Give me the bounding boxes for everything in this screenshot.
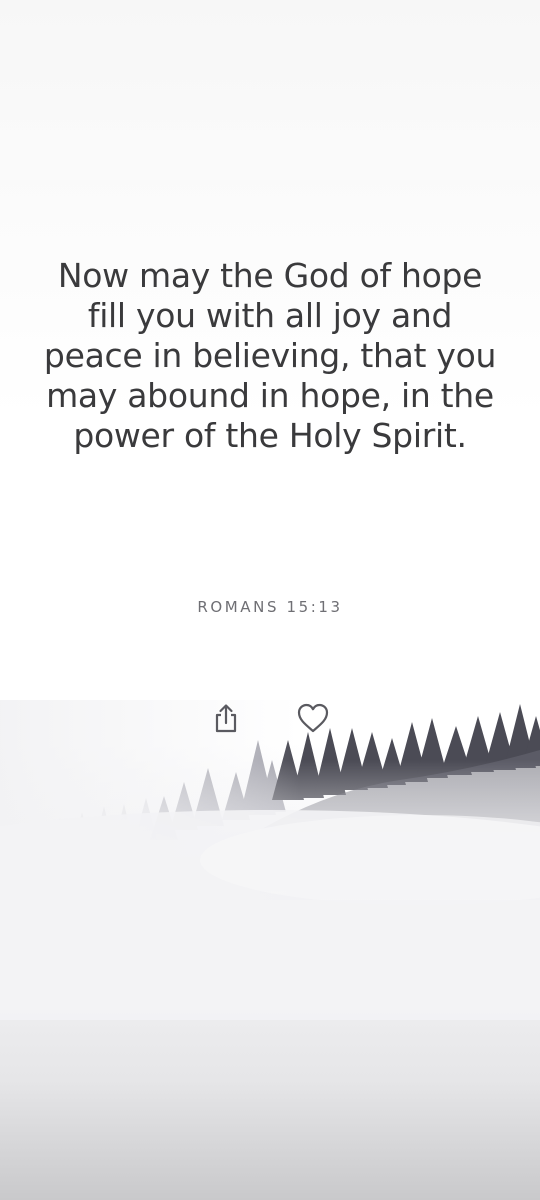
share-icon — [215, 704, 237, 733]
verse-text: Now may the God of hope fill you with al… — [43, 256, 497, 455]
favorite-button[interactable] — [295, 700, 331, 736]
verse-screen: Now may the God of hope fill you with al… — [0, 0, 540, 1200]
verse-reference: ROMANS 15:13 — [197, 598, 343, 616]
share-button[interactable] — [208, 700, 244, 736]
heart-icon — [297, 703, 329, 733]
verse-actions — [0, 700, 540, 740]
